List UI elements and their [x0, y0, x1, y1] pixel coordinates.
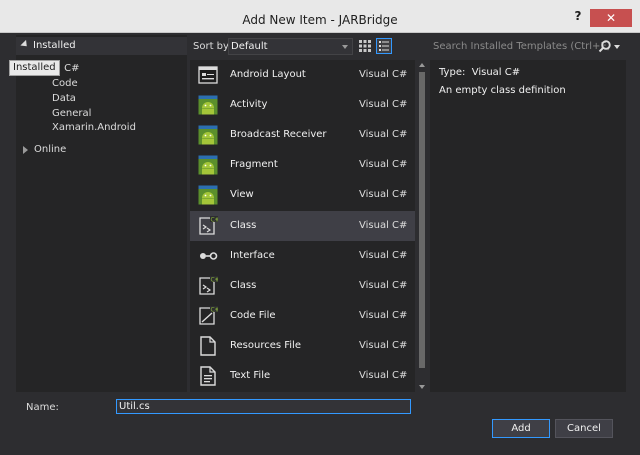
sort-select[interactable]: Default: [228, 38, 353, 55]
sort-toolbar: Sort by: Default: [190, 37, 415, 57]
android-icon: [198, 155, 218, 175]
template-name: Code File: [230, 309, 276, 321]
search-placeholder: Search Installed Templates (Ctrl+E): [433, 41, 611, 52]
template-name: Interface: [230, 249, 275, 261]
template-list-scrollbar[interactable]: [416, 60, 428, 392]
svg-text:C#: C#: [211, 216, 219, 223]
tree-item-general[interactable]: General: [52, 108, 91, 119]
template-item[interactable]: Resources File Visual C#: [190, 331, 415, 361]
template-name: Resources File: [230, 339, 301, 351]
expanded-triangle-icon: [20, 39, 30, 50]
android-icon: [198, 125, 218, 145]
name-label: Name:: [26, 402, 59, 413]
template-language: Visual C#: [359, 189, 408, 201]
list-view-button[interactable]: [376, 38, 392, 54]
template-item[interactable]: View Visual C#: [190, 180, 415, 210]
text-file-icon: [198, 366, 218, 386]
grid-view-icon[interactable]: [358, 39, 372, 53]
tooltip: Installed: [9, 60, 60, 76]
tree-item-data[interactable]: Data: [52, 93, 76, 104]
help-button[interactable]: ?: [572, 9, 584, 23]
scroll-down-icon[interactable]: [419, 385, 425, 389]
template-item[interactable]: C# Class Visual C#: [190, 210, 415, 241]
name-input[interactable]: [116, 399, 411, 414]
category-tree: Installed al C# Code Data General Xamari…: [16, 35, 187, 392]
template-language: Visual C#: [359, 279, 408, 291]
scroll-up-icon[interactable]: [419, 63, 425, 67]
template-item[interactable]: C# Code File Visual C#: [190, 301, 415, 331]
tree-item-xamarin-android[interactable]: Xamarin.Android: [52, 122, 136, 133]
template-item[interactable]: C# Class Visual C#: [190, 271, 415, 301]
template-description: An empty class definition: [439, 85, 566, 96]
template-item[interactable]: Android Layout Visual C#: [190, 60, 415, 90]
tree-installed-node[interactable]: Installed: [16, 37, 187, 55]
csharp-class-icon: C#: [198, 215, 220, 236]
template-language: Visual C#: [359, 339, 408, 351]
sort-select-value: Default: [231, 41, 268, 52]
template-name: Fragment: [230, 159, 278, 171]
svg-text:C#: C#: [211, 306, 219, 313]
template-name: Android Layout: [230, 69, 306, 80]
template-language: Visual C#: [359, 309, 408, 321]
search-templates-input[interactable]: Search Installed Templates (Ctrl+E): [430, 37, 625, 57]
list-view-icon: [379, 41, 389, 51]
template-item[interactable]: Text File Visual C#: [190, 361, 415, 391]
template-name: Activity: [230, 99, 268, 111]
template-language: Visual C#: [359, 249, 408, 261]
template-name: Class: [230, 219, 257, 231]
template-name: View: [230, 189, 254, 201]
template-language: Visual C#: [359, 370, 408, 381]
template-name: Broadcast Receiver: [230, 129, 327, 141]
interface-icon: [198, 246, 218, 266]
template-language: Visual C#: [359, 159, 408, 171]
window-title: Add New Item - JARBridge: [242, 13, 398, 27]
search-icon[interactable]: [598, 39, 612, 53]
csharp-class-icon: C#: [198, 275, 220, 296]
template-list: Android Layout Visual C# Activity Visual C#…: [190, 60, 415, 392]
sort-by-label: Sort by:: [193, 41, 232, 52]
chevron-down-icon: [342, 45, 348, 49]
details-panel: Type: Visual C# An empty class definitio…: [430, 60, 626, 392]
template-item[interactable]: Fragment Visual C#: [190, 150, 415, 180]
tree-item-online[interactable]: Online: [34, 144, 66, 155]
template-item[interactable]: Activity Visual C#: [190, 90, 415, 120]
type-line: Type: Visual C#: [439, 67, 520, 78]
title-bar: Add New Item - JARBridge ? ✕: [0, 0, 640, 33]
template-name: Class: [230, 279, 257, 291]
search-options-chevron-icon[interactable]: [614, 45, 620, 49]
template-name: Text File: [230, 370, 271, 381]
cancel-button[interactable]: Cancel: [555, 419, 613, 438]
layout-icon: [198, 65, 218, 85]
close-button[interactable]: ✕: [590, 9, 632, 27]
template-language: Visual C#: [359, 219, 408, 231]
template-language: Visual C#: [359, 99, 408, 111]
installed-label: Installed: [33, 40, 76, 51]
tree-item-code[interactable]: Code: [52, 78, 78, 89]
template-item[interactable]: Broadcast Receiver Visual C#: [190, 120, 415, 150]
resources-file-icon: [198, 336, 218, 356]
svg-text:C#: C#: [211, 276, 219, 283]
android-icon: [198, 185, 218, 205]
scroll-thumb[interactable]: [419, 72, 425, 368]
code-file-icon: C#: [198, 305, 220, 326]
template-language: Visual C#: [359, 69, 408, 80]
collapsed-triangle-icon[interactable]: [23, 146, 28, 154]
type-label: Type:: [439, 67, 466, 78]
template-language: Visual C#: [359, 129, 408, 141]
add-new-item-dialog: Add New Item - JARBridge ? ✕ Installed a…: [0, 0, 640, 455]
android-icon: [198, 95, 218, 115]
type-value: Visual C#: [471, 67, 521, 78]
add-button[interactable]: Add: [492, 419, 550, 438]
template-item[interactable]: Interface Visual C#: [190, 241, 415, 271]
